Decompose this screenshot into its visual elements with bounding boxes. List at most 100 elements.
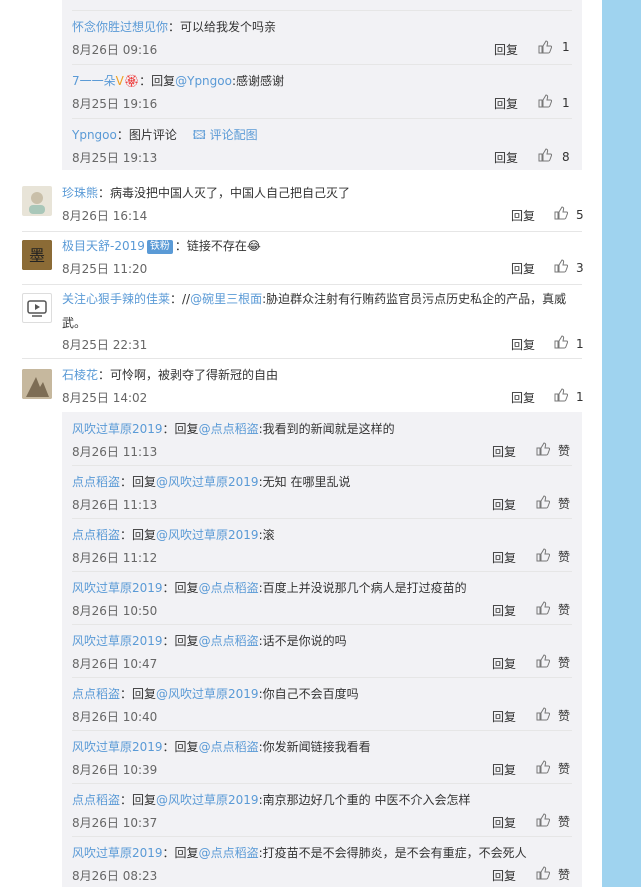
reply-line: 点点稻盗：回复@风吹过草原2019:无知 在哪里乱说 (72, 475, 351, 489)
reply-line: 风吹过草原2019：回复@点点稻盗:话不是你说的吗 (72, 634, 347, 648)
divider (72, 624, 572, 625)
like-button[interactable]: 赞 (536, 654, 570, 671)
reply-button[interactable]: 回复 (494, 95, 518, 112)
like-button[interactable]: 8 (538, 148, 570, 165)
timestamp: 8月26日 11:13 (72, 445, 158, 459)
reply-button[interactable]: 回复 (492, 443, 516, 460)
timestamp: 8月25日 19:13 (72, 151, 158, 165)
thumbs-up-icon (538, 40, 552, 54)
avatar-video-icon[interactable] (22, 293, 52, 323)
like-button[interactable]: 赞 (536, 548, 570, 565)
thumbs-up-icon (536, 866, 551, 883)
user-link[interactable]: 石棱花 (62, 368, 98, 382)
mention-link[interactable]: @Ypngoo (175, 74, 232, 88)
comment-text: 极目天舒-2019 铁粉 ：链接不存在😂 (62, 239, 261, 254)
reply-line: 点点稻盗：回复@风吹过草原2019:滚 (72, 528, 275, 542)
user-link[interactable]: 点点稻盗 (72, 687, 120, 701)
reply-button[interactable]: 回复 (492, 761, 516, 778)
like-count: 1 (576, 336, 584, 351)
divider (72, 836, 572, 837)
avatar[interactable] (22, 369, 52, 399)
like-button[interactable]: 赞 (536, 866, 570, 883)
mention-link[interactable]: @风吹过草原2019 (156, 793, 259, 807)
reply-button[interactable]: 回复 (511, 260, 535, 277)
timestamp: 8月26日 09:16 (72, 43, 158, 57)
like-button[interactable]: 3 (554, 259, 584, 276)
like-button[interactable]: 1 (554, 388, 584, 405)
mention-link[interactable]: @点点稻盗 (199, 846, 259, 860)
verified-icon: V (115, 74, 124, 88)
image-comment-link[interactable]: 🖾 评论配图 (193, 128, 258, 142)
like-label: 赞 (558, 550, 571, 564)
mention-link[interactable]: @风吹过草原2019 (156, 528, 259, 542)
thumbs-up-icon (536, 813, 551, 830)
svg-text:墨: 墨 (29, 246, 45, 265)
like-button[interactable]: 赞 (536, 707, 570, 724)
like-button[interactable]: 赞 (536, 442, 570, 459)
comment-text-cont: 武。 (62, 316, 87, 330)
mention-link[interactable]: @点点稻盗 (199, 581, 259, 595)
comment-text: 珍珠熊：病毒没把中国人灭了，中国人自己把自己灭了 (62, 186, 351, 200)
mention-link[interactable]: @点点稻盗 (199, 740, 259, 754)
reply-button[interactable]: 回复 (492, 602, 516, 619)
mention-link[interactable]: @点点稻盗 (199, 634, 259, 648)
like-button[interactable]: 1 (554, 335, 584, 352)
like-label: 赞 (558, 656, 571, 670)
reply-button[interactable]: 回复 (511, 389, 535, 406)
timestamp: 8月26日 10:47 (72, 657, 158, 671)
mention-link[interactable]: @点点稻盗 (199, 422, 259, 436)
reply-button[interactable]: 回复 (492, 867, 516, 884)
reply-button[interactable]: 回复 (492, 814, 516, 831)
reply-button[interactable]: 回复 (494, 41, 518, 58)
mention-link[interactable]: @碗里三根面 (190, 292, 262, 306)
reply-line: 风吹过草原2019：回复@点点稻盗:你发新闻链接我看看 (72, 740, 371, 754)
user-link[interactable]: 珍珠熊 (62, 186, 98, 200)
timestamp: 8月25日 19:16 (72, 97, 158, 111)
user-link[interactable]: 风吹过草原2019 (72, 581, 163, 595)
like-count: 1 (576, 389, 584, 404)
reply-button[interactable]: 回复 (492, 655, 516, 672)
timestamp: 8月26日 10:39 (72, 763, 158, 777)
like-button[interactable]: 赞 (536, 813, 570, 830)
user-link[interactable]: 7一一朵 (72, 74, 116, 88)
thumbs-up-icon (554, 259, 569, 276)
like-button[interactable]: 赞 (536, 601, 570, 618)
user-link[interactable]: 怀念你胜过想见你 (72, 20, 168, 34)
user-link[interactable]: 极目天舒-2019 (62, 239, 145, 253)
reply-line: 风吹过草原2019：回复@点点稻盗:百度上并没说那几个病人是打过疫苗的 (72, 581, 467, 595)
thumbs-up-icon (536, 707, 551, 724)
avatar[interactable] (22, 186, 52, 216)
user-link[interactable]: 点点稻盗 (72, 528, 120, 542)
avatar[interactable]: 墨 (22, 240, 52, 270)
divider (72, 783, 572, 784)
like-button[interactable]: 赞 (536, 760, 570, 777)
like-count: 1 (562, 95, 570, 110)
like-button[interactable]: 1 (538, 94, 570, 111)
user-link[interactable]: 风吹过草原2019 (72, 634, 163, 648)
like-button[interactable]: 1 (538, 40, 570, 54)
reply-button[interactable]: 回复 (511, 336, 535, 353)
timestamp: 8月25日 22:31 (62, 338, 148, 352)
image-icon: 🖾 (192, 128, 206, 142)
like-button[interactable]: 赞 (536, 495, 570, 512)
user-link[interactable]: 点点稻盗 (72, 793, 120, 807)
user-link[interactable]: 风吹过草原2019 (72, 422, 163, 436)
reply-button[interactable]: 回复 (492, 708, 516, 725)
thumbs-up-icon (536, 654, 551, 671)
user-link[interactable]: 关注心狠手辣的佳莱 (62, 292, 170, 306)
reply-line: 怀念你胜过想见你：可以给我发个吗亲 (72, 20, 277, 34)
thumbs-up-icon (554, 388, 569, 405)
mention-link[interactable]: @风吹过草原2019 (156, 475, 259, 489)
user-link[interactable]: 风吹过草原2019 (72, 740, 163, 754)
reply-button[interactable]: 回复 (494, 149, 518, 166)
user-link[interactable]: 点点稻盗 (72, 475, 120, 489)
reply-button[interactable]: 回复 (492, 496, 516, 513)
reply-button[interactable]: 回复 (492, 549, 516, 566)
user-link[interactable]: 风吹过草原2019 (72, 846, 163, 860)
like-button[interactable]: 5 (554, 206, 584, 223)
reply-button[interactable]: 回复 (511, 207, 535, 224)
reply-thread: 风吹过草原2019：回复@点点稻盗:我看到的新闻就是这样的 8月26日 11:1… (62, 412, 582, 887)
user-link[interactable]: Ypngoo (72, 128, 117, 142)
timestamp: 8月26日 10:40 (72, 710, 158, 724)
mention-link[interactable]: @风吹过草原2019 (156, 687, 259, 701)
